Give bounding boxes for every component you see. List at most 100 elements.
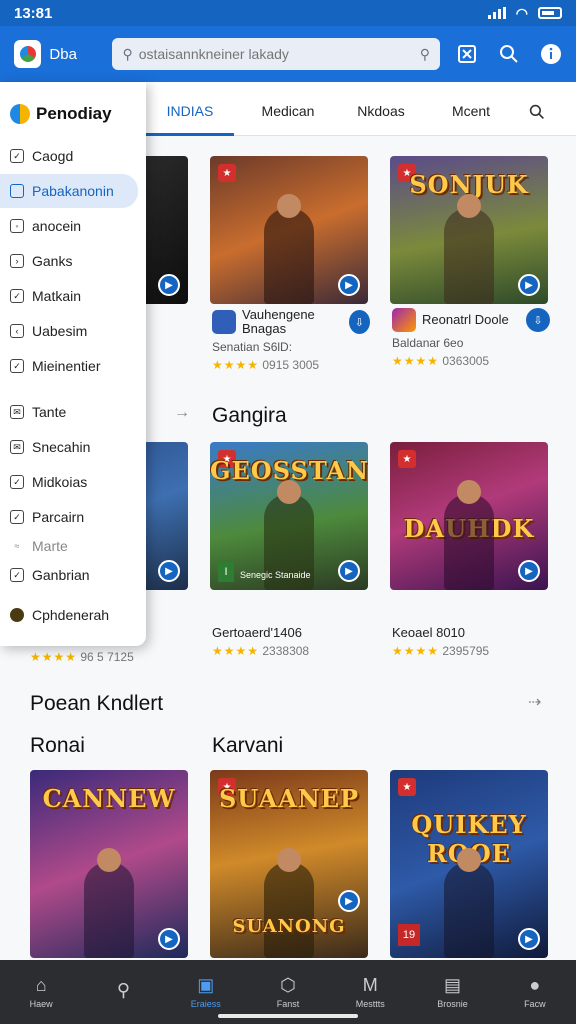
game-card-art[interactable]: ★ QUIKEY ROOE 19 ▶ xyxy=(390,770,548,958)
rating-badge: I xyxy=(218,562,234,582)
stars-icon: ★★★★ xyxy=(212,358,260,372)
game-rating: ★★★★ 0363005 xyxy=(392,354,490,368)
check-icon: ✓ xyxy=(10,475,24,489)
game-card-art[interactable]: ★ ▶ xyxy=(210,156,368,304)
wifi-icon: ◠ xyxy=(515,4,528,21)
tag-icon: ◦ xyxy=(10,219,24,233)
game-developer: Baldanar 6eo xyxy=(392,336,464,350)
game-art-subtitle: SUANONG xyxy=(232,916,346,937)
check-circle-icon: ✓ xyxy=(10,359,24,373)
play-icon[interactable]: ▶ xyxy=(518,274,540,296)
drawer-item[interactable]: ✓ Ganbrian xyxy=(0,558,146,592)
signal-icon xyxy=(487,7,506,19)
game-name: Vauhengene Bnagas xyxy=(242,307,315,336)
game-card-art[interactable]: ★ SONJUK ▶ xyxy=(390,156,548,304)
drawer-item[interactable]: ≈ Marte xyxy=(0,535,146,557)
search-bar[interactable]: ⚲ ⚲ xyxy=(112,38,440,70)
battery-icon xyxy=(538,7,562,19)
app-icon xyxy=(212,310,236,334)
game-card-art[interactable]: CANNEW ▶ xyxy=(30,770,188,958)
more-arrow-icon[interactable]: ⇢ xyxy=(528,692,541,712)
search-icon[interactable] xyxy=(498,43,520,65)
stars-icon: ★★★★ xyxy=(392,354,440,368)
drawer-item[interactable]: ✉ Tante xyxy=(0,395,146,429)
tab-indias[interactable]: INDIAS xyxy=(146,82,234,136)
bookmark-icon[interactable] xyxy=(456,43,478,65)
play-icon[interactable]: ▶ xyxy=(338,274,360,296)
game-meta: Keoael 8010 ★★★★ 2395795 xyxy=(392,625,550,659)
drawer-item[interactable]: ✓ Matkain xyxy=(0,279,146,313)
game-art-title: SUAANEP xyxy=(218,784,360,813)
play-icon[interactable]: ▶ xyxy=(158,928,180,950)
tab-mcent[interactable]: Mcent xyxy=(432,82,510,136)
play-icon[interactable]: ▶ xyxy=(158,274,180,296)
profile-icon: ● xyxy=(529,975,541,995)
library-icon: ▣ xyxy=(197,975,215,995)
download-icon[interactable]: ⇩ xyxy=(348,310,370,334)
nav-profile[interactable]: ● Facw xyxy=(494,960,576,1024)
game-name: Keoael 8010 xyxy=(392,625,466,640)
sort-icon: ≈ xyxy=(14,541,20,551)
game-card-art[interactable]: ★ GEOSSTAN I Senegic Stanaide ▶ xyxy=(210,442,368,590)
rating-badge: 19 xyxy=(398,924,420,946)
play-icon[interactable]: ▶ xyxy=(518,928,540,950)
nav-home[interactable]: ⌂ Haew xyxy=(0,960,82,1024)
nav-store[interactable]: ▤ Brosnie xyxy=(411,960,493,1024)
play-icon[interactable]: ▶ xyxy=(518,560,540,582)
game-meta: Vauhengene Bnagas ⇩ Senatian S6lD: ★★★★ … xyxy=(212,308,370,372)
age-badge: ★ xyxy=(398,450,416,468)
game-rating: ★★★★ 2338308 xyxy=(212,644,310,658)
game-meta: Gertoaerd'1406 ★★★★ 2338308 xyxy=(212,625,370,659)
more-arrow-icon[interactable]: → xyxy=(174,404,190,422)
drawer-item[interactable]: ✉ Snecahin xyxy=(0,430,146,464)
check-icon: ✓ xyxy=(10,289,24,303)
tab-medican[interactable]: Medican xyxy=(246,82,330,136)
game-meta: ★★★★ 96 5 7125 xyxy=(30,646,188,664)
drawer-item[interactable]: ✓ Caogd xyxy=(0,139,146,173)
arrow-icon: › xyxy=(10,254,24,268)
drawer-title: Penodiay xyxy=(36,104,112,123)
search-submit-icon[interactable]: ⚲ xyxy=(420,46,430,63)
drawer-avatar-icon xyxy=(10,104,30,124)
age-badge: ★ xyxy=(398,778,416,796)
home-indicator[interactable] xyxy=(218,1014,358,1018)
m-icon: M xyxy=(362,975,378,995)
drawer-item[interactable]: ◦ anocein xyxy=(0,209,146,243)
home-icon: ⌂ xyxy=(35,975,47,995)
game-rating: ★★★★ 2395795 xyxy=(392,644,490,658)
drawer-item[interactable]: ✓ Mieinentier xyxy=(0,349,146,383)
tab-nkdoas[interactable]: Nkdoas xyxy=(342,82,420,136)
game-name: Reonatrl Doole xyxy=(422,312,509,327)
drawer-item[interactable]: Cphdenerah xyxy=(0,598,146,632)
age-badge: ★ xyxy=(218,164,236,182)
store-icon: ▤ xyxy=(444,975,462,995)
row-label: Ronai xyxy=(30,734,85,757)
game-name: Gertoaerd'1406 xyxy=(212,625,302,640)
search-input[interactable] xyxy=(138,46,420,62)
nav-search[interactable]: ⚲ xyxy=(82,960,164,1024)
drawer-item[interactable]: ✓ Parcairn xyxy=(0,500,146,534)
drawer-header: Penodiay xyxy=(0,82,146,138)
info-icon[interactable] xyxy=(540,43,562,65)
status-bar: 13:81 ◠ xyxy=(0,0,576,26)
drawer-item[interactable]: ✓ Midkoias xyxy=(0,465,146,499)
tabs-search-icon[interactable] xyxy=(522,82,552,136)
drawer-item-selected[interactable]: Pabakanonin xyxy=(0,174,138,208)
game-meta: Reonatrl Doole ⇩ Baldanar 6eo ★★★★ 03630… xyxy=(392,308,550,368)
drawer-item[interactable]: › Ganks xyxy=(0,244,146,278)
drawer-item[interactable]: ‹ Uabesim xyxy=(0,314,146,348)
check-circle-icon: ✓ xyxy=(10,568,24,582)
play-icon[interactable]: ▶ xyxy=(158,560,180,582)
check-icon: ✓ xyxy=(10,149,24,163)
play-icon[interactable]: ▶ xyxy=(338,560,360,582)
hexagon-icon: ⬡ xyxy=(280,975,296,995)
game-card-art[interactable]: ★ SUAANEP SUANONG ▶ xyxy=(210,770,368,958)
avatar-icon xyxy=(10,608,24,622)
game-card-art[interactable]: ★ DAUHDK ▶ xyxy=(390,442,548,590)
app-icon xyxy=(392,308,416,332)
stars-icon: ★★★★ xyxy=(392,644,440,658)
download-icon[interactable]: ⇩ xyxy=(526,308,550,332)
check-circle-icon: ✓ xyxy=(10,510,24,524)
play-icon[interactable]: ▶ xyxy=(338,890,360,912)
app-logo[interactable] xyxy=(14,40,42,68)
